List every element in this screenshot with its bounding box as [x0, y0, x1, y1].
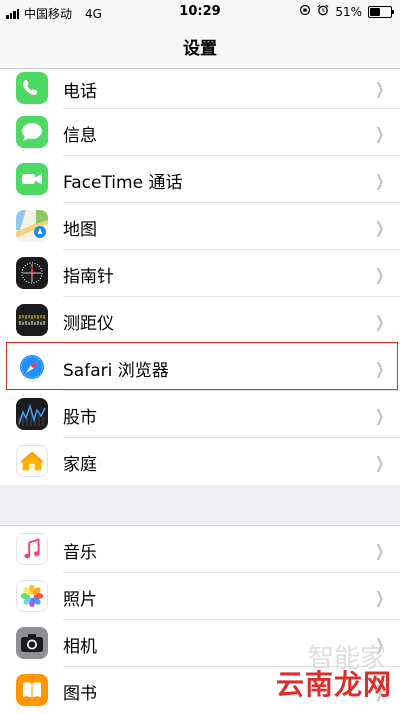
settings-row-phone[interactable]: 电话 ❯ — [0, 69, 400, 109]
chevron-right-icon: ❯ — [374, 79, 384, 98]
facetime-icon — [16, 163, 48, 195]
chevron-right-icon: ❯ — [374, 541, 384, 560]
status-right: 51% — [299, 4, 394, 19]
watermark: 云南龙网 — [275, 668, 392, 701]
chevron-right-icon: ❯ — [374, 588, 384, 607]
settings-row-label: 信息 — [63, 126, 97, 146]
status-bar: 中国移动 4G 10:29 51% — [0, 0, 400, 24]
settings-group-apps: 电话 ❯ 信息 ❯ FaceTime 通话 ❯ 地图 ❯ 指南针 ❯ 测距仪 ❯ Safari 浏览器 ❯… — [0, 69, 400, 485]
settings-row-safari[interactable]: Safari 浏览器 ❯ — [0, 344, 400, 391]
phone-icon — [16, 72, 48, 104]
orientation-lock-icon — [299, 4, 311, 19]
music-icon — [16, 533, 48, 565]
settings-row-messages[interactable]: 信息 ❯ — [0, 109, 400, 156]
stocks-icon — [16, 398, 48, 430]
compass-icon — [16, 257, 48, 289]
chevron-right-icon: ❯ — [374, 312, 384, 331]
home-icon — [16, 445, 48, 477]
navigation-bar: 设置 — [0, 24, 400, 69]
settings-row-label: 电话 — [63, 82, 97, 102]
battery-percent: 51% — [335, 4, 362, 19]
settings-row-music[interactable]: 音乐 ❯ — [0, 526, 400, 573]
chevron-right-icon: ❯ — [374, 265, 384, 284]
settings-row-label: 相机 — [63, 637, 97, 657]
settings-row-label: 测距仪 — [63, 314, 114, 334]
settings-row-label: 家庭 — [63, 455, 97, 475]
settings-row-compass[interactable]: 指南针 ❯ — [0, 250, 400, 297]
messages-icon — [16, 116, 48, 148]
chevron-right-icon: ❯ — [374, 218, 384, 237]
settings-row-label: 股市 — [63, 408, 97, 428]
battery-icon — [368, 5, 394, 18]
settings-row-home[interactable]: 家庭 ❯ — [0, 438, 400, 485]
measure-icon — [16, 304, 48, 336]
books-icon — [16, 674, 48, 706]
page-title: 设置 — [183, 39, 217, 59]
settings-row-label: 音乐 — [63, 543, 97, 563]
chevron-right-icon: ❯ — [374, 406, 384, 425]
settings-row-label: Safari 浏览器 — [63, 361, 169, 381]
chevron-right-icon: ❯ — [374, 453, 384, 472]
settings-row-maps[interactable]: 地图 ❯ — [0, 203, 400, 250]
maps-icon — [16, 210, 48, 242]
settings-row-measure[interactable]: 测距仪 ❯ — [0, 297, 400, 344]
chevron-right-icon: ❯ — [374, 359, 384, 378]
settings-row-label: 指南针 — [63, 267, 114, 287]
settings-row-facetime[interactable]: FaceTime 通话 ❯ — [0, 156, 400, 203]
settings-row-photos[interactable]: 照片 ❯ — [0, 573, 400, 620]
settings-row-label: 照片 — [63, 590, 97, 610]
settings-row-label: FaceTime 通话 — [63, 173, 183, 193]
safari-icon — [16, 351, 48, 383]
settings-row-label: 地图 — [63, 220, 97, 240]
settings-row-stocks[interactable]: 股市 ❯ — [0, 391, 400, 438]
photos-icon — [16, 580, 48, 612]
camera-icon — [16, 627, 48, 659]
alarm-icon — [317, 4, 329, 19]
settings-row-label: 图书 — [63, 684, 97, 704]
battery-fill — [370, 7, 381, 16]
chevron-right-icon: ❯ — [374, 171, 384, 190]
chevron-right-icon: ❯ — [374, 124, 384, 143]
